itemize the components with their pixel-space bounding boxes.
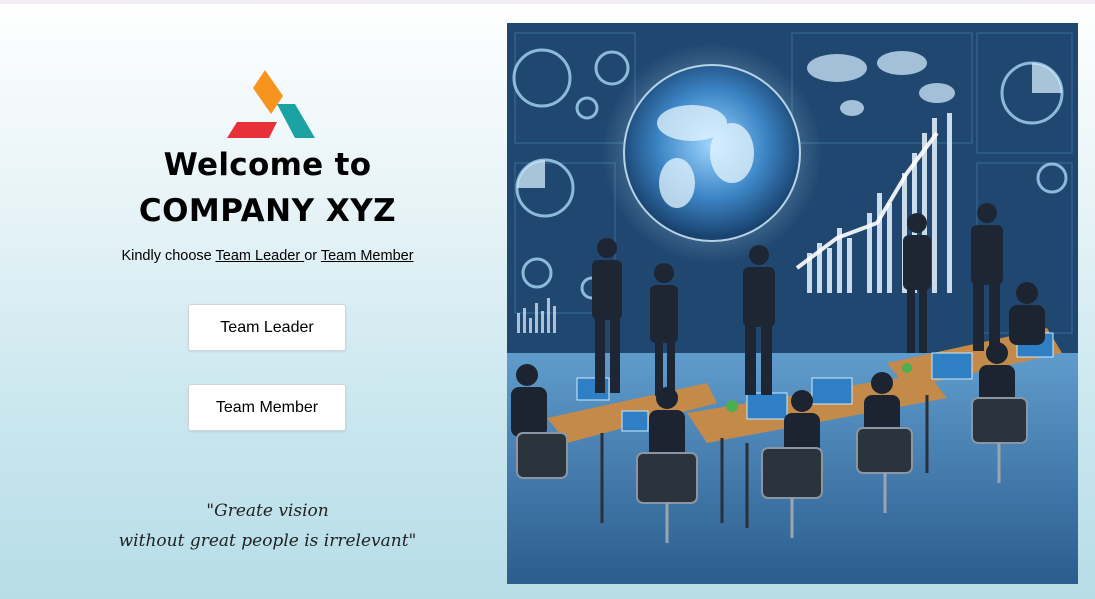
choose-instruction: Kindly choose Team Leader or Team Member xyxy=(0,248,535,264)
choose-prefix: Kindly choose xyxy=(121,248,216,264)
welcome-heading: Welcome to xyxy=(163,147,372,183)
login-panel: Welcome to COMPANY XYZ Kindly choose Tea… xyxy=(0,0,535,599)
quote-line-1: "Greate vision xyxy=(206,501,329,521)
team-leader-link[interactable]: Team Leader xyxy=(216,248,305,264)
team-leader-button[interactable]: Team Leader xyxy=(188,304,346,351)
quote-line-2: without great people is irrelevant" xyxy=(118,531,417,551)
company-logo-icon xyxy=(225,70,317,142)
team-member-link[interactable]: Team Member xyxy=(321,248,414,264)
team-member-button[interactable]: Team Member xyxy=(188,384,346,431)
company-name: COMPANY XYZ xyxy=(138,193,397,229)
choose-or: or xyxy=(304,248,321,264)
team-meeting-illustration-icon xyxy=(507,23,1078,584)
